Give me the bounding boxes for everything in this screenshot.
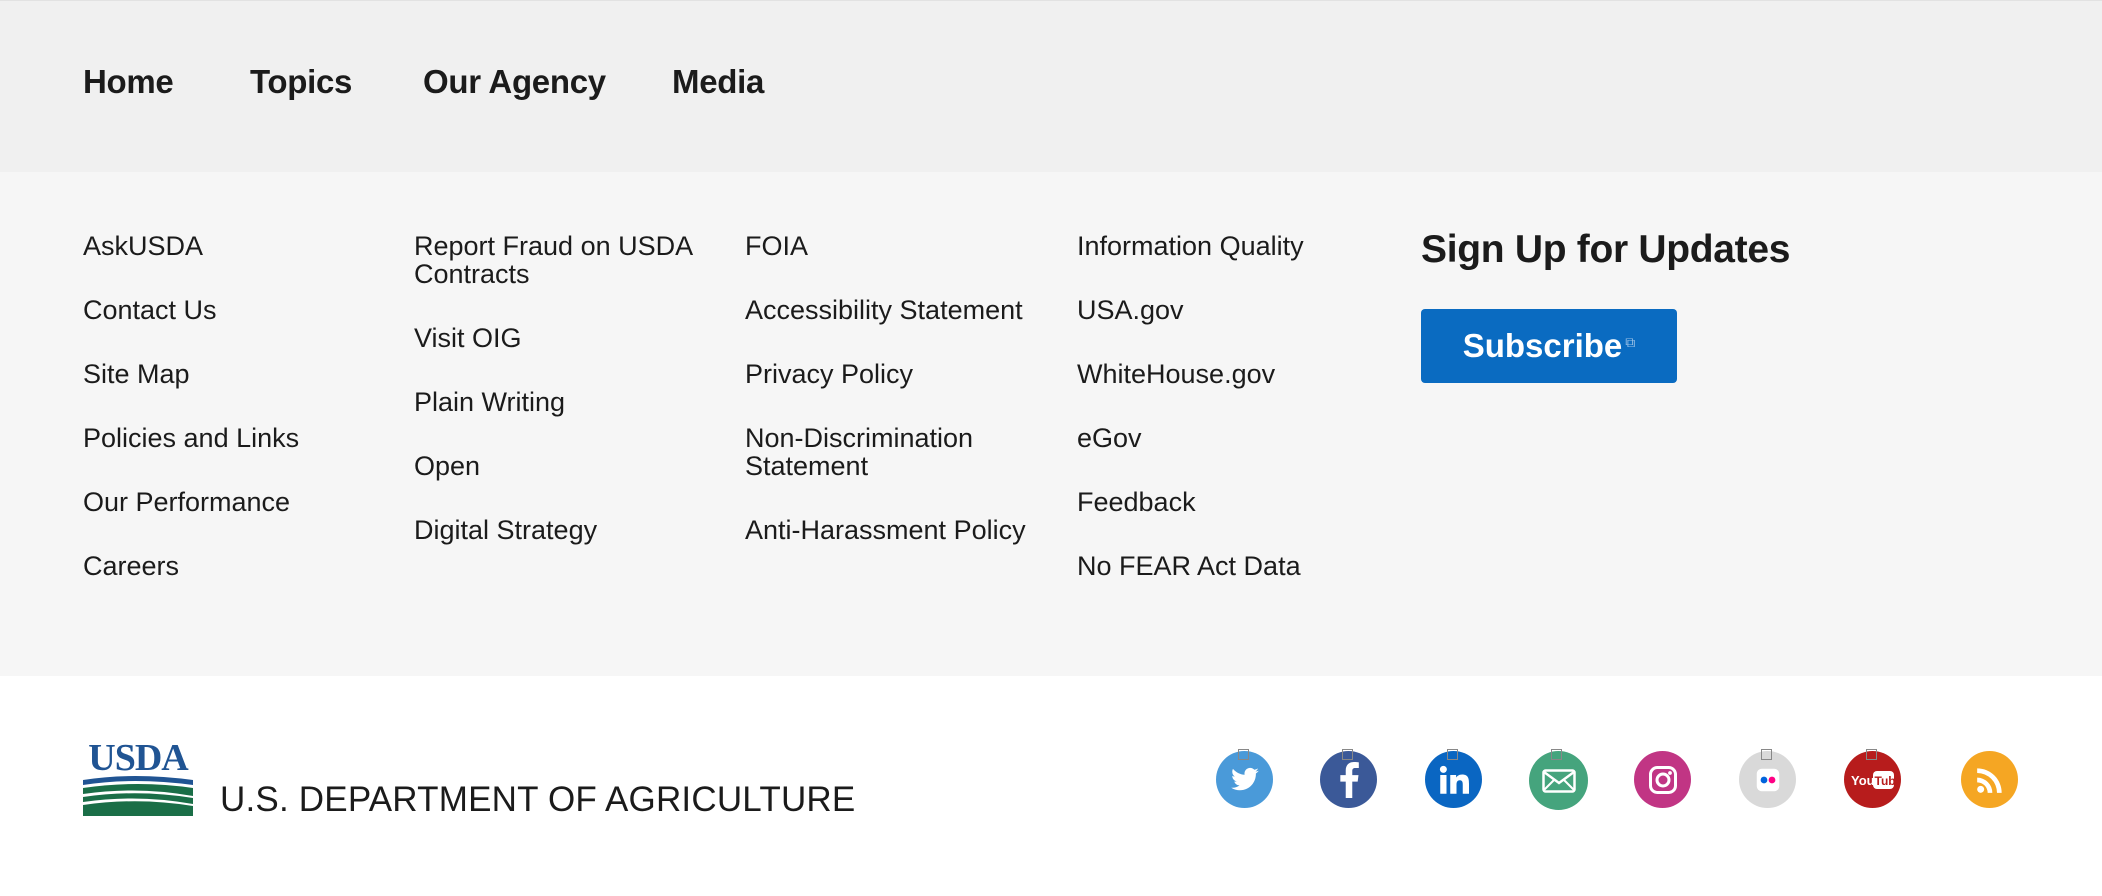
footer-primary-nav: Home Topics Our Agency Media [0, 0, 2102, 172]
agency-name: U.S. DEPARTMENT OF AGRICULTURE [220, 780, 856, 819]
rss-icon [1976, 767, 2002, 793]
link-whitehouse-gov[interactable]: WhiteHouse.gov [1077, 360, 1387, 388]
link-visit-oig[interactable]: Visit OIG [414, 324, 714, 352]
nav-media[interactable]: Media [672, 63, 764, 101]
link-privacy-policy[interactable]: Privacy Policy [745, 360, 1045, 388]
nav-our-agency[interactable]: Our Agency [423, 63, 606, 101]
footer-secondary-links: AskUSDA Contact Us Site Map Policies and… [0, 172, 2102, 676]
link-askusda[interactable]: AskUSDA [83, 232, 393, 260]
footer-identity: USDA U.S. DEPARTMENT OF AGRICULTURE You … [0, 676, 2102, 896]
link-no-fear-act[interactable]: No FEAR Act Data [1077, 552, 1387, 580]
flickr-icon [1756, 768, 1779, 791]
link-foia[interactable]: FOIA [745, 232, 1045, 260]
link-our-performance[interactable]: Our Performance [83, 488, 393, 516]
subscribe-button-label: Subscribe [1462, 327, 1623, 364]
link-policies-and-links[interactable]: Policies and Links [83, 424, 393, 452]
linkedin-icon [1439, 765, 1469, 794]
usda-logo[interactable]: USDA [83, 736, 193, 816]
nav-topics[interactable]: Topics [250, 63, 352, 101]
link-accessibility-statement[interactable]: Accessibility Statement [745, 296, 1045, 324]
svg-text:You: You [1851, 773, 1875, 788]
external-link-icon [1342, 749, 1353, 760]
links-column-3: FOIA Accessibility Statement Privacy Pol… [745, 232, 1045, 580]
signup-heading: Sign Up for Updates [1421, 228, 1791, 271]
instagram-icon [1648, 765, 1677, 794]
link-digital-strategy[interactable]: Digital Strategy [414, 516, 714, 544]
external-link-icon [1238, 749, 1249, 760]
link-usa-gov[interactable]: USA.gov [1077, 296, 1387, 324]
youtube-link[interactable]: You Tube [1844, 749, 1901, 808]
link-report-fraud[interactable]: Report Fraud on USDA Contracts [414, 232, 714, 288]
link-non-discrimination[interactable]: Non-Discrimination Statement [745, 424, 1005, 480]
twitter-link[interactable] [1216, 749, 1273, 808]
link-open[interactable]: Open [414, 452, 714, 480]
email-icon [1541, 768, 1576, 793]
links-column-4: Information Quality USA.gov WhiteHouse.g… [1077, 232, 1387, 616]
flickr-link[interactable] [1739, 749, 1796, 808]
link-anti-harassment[interactable]: Anti-Harassment Policy [745, 516, 1045, 544]
link-plain-writing[interactable]: Plain Writing [414, 388, 714, 416]
rss-link[interactable] [1961, 751, 2018, 808]
link-information-quality[interactable]: Information Quality [1077, 232, 1387, 260]
link-egov[interactable]: eGov [1077, 424, 1387, 452]
linkedin-link[interactable] [1425, 749, 1482, 808]
external-link-icon [1551, 749, 1562, 760]
subscribe-button[interactable]: Subscribe ⧉ [1421, 309, 1677, 383]
email-link[interactable] [1529, 749, 1588, 810]
links-column-1: AskUSDA Contact Us Site Map Policies and… [83, 232, 393, 616]
link-feedback[interactable]: Feedback [1077, 488, 1387, 516]
youtube-icon: You Tube [1851, 770, 1895, 789]
facebook-icon [1339, 761, 1359, 798]
svg-text:Tube: Tube [1874, 774, 1895, 788]
link-careers[interactable]: Careers [83, 552, 393, 580]
nav-home[interactable]: Home [83, 63, 174, 101]
facebook-link[interactable] [1320, 749, 1377, 808]
link-site-map[interactable]: Site Map [83, 360, 393, 388]
links-column-2: Report Fraud on USDA Contracts Visit OIG… [414, 232, 714, 580]
external-link-icon: ⧉ [1625, 333, 1636, 350]
instagram-link[interactable] [1634, 751, 1691, 808]
external-link-icon [1447, 749, 1458, 760]
usda-logo-text: USDA [88, 737, 189, 779]
link-contact-us[interactable]: Contact Us [83, 296, 393, 324]
twitter-icon [1230, 767, 1259, 790]
external-link-icon [1761, 749, 1772, 760]
external-link-icon [1866, 749, 1877, 760]
